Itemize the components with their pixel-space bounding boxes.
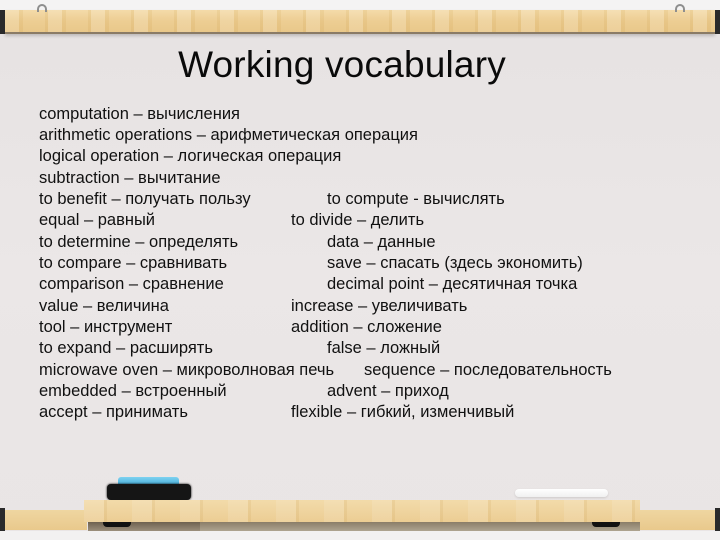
- vocab-term: accept – принимать: [39, 403, 188, 421]
- tray-slot: [592, 522, 620, 527]
- vocab-row: value – величина: [39, 296, 169, 317]
- vocab-term: microwave oven – микроволновая печь: [39, 361, 335, 379]
- vocab-term-right: advent – приход: [327, 382, 449, 400]
- rail-left-end-cap: [0, 10, 5, 34]
- vocab-term-right: addition – сложение: [291, 318, 442, 336]
- bottom-margin: [0, 531, 720, 540]
- hanging-hook-icon: [37, 4, 47, 12]
- tray-right-section: [640, 510, 715, 530]
- tray-right-end-cap: [715, 508, 720, 532]
- marker-icon: [515, 489, 608, 497]
- vocab-row: arithmetic operations – арифметическая о…: [39, 125, 418, 146]
- vocab-row: to benefit – получать пользу: [39, 189, 251, 210]
- vocab-term-right: false – ложный: [327, 339, 441, 357]
- vocab-row: microwave oven – микроволновая печь: [39, 360, 334, 381]
- vocab-term-right: decimal point – десятичная точка: [327, 275, 578, 293]
- tray-left-end-cap: [0, 508, 5, 532]
- vocab-term-right: to divide – делить: [291, 211, 425, 229]
- vocab-row: to expand – расширять: [39, 338, 213, 359]
- vocab-term-right: data – данные: [327, 233, 436, 251]
- vocab-row: comparison – сравнение: [39, 274, 224, 295]
- vocab-term-right: save – спасать (здесь экономить): [327, 254, 583, 272]
- vocab-term: to expand – расширять: [39, 339, 213, 357]
- vocab-term: computation – вычисления: [39, 105, 240, 123]
- rail-right-end-cap: [715, 10, 720, 34]
- vocab-term: arithmetic operations – арифметическая о…: [39, 126, 418, 144]
- vocab-term-right: flexible – гибкий, изменчивый: [291, 403, 515, 421]
- eraser-felt: [107, 484, 191, 500]
- top-margin: [0, 0, 720, 10]
- vocab-term: comparison – сравнение: [39, 275, 224, 293]
- vocab-row: equal – равный: [39, 210, 155, 231]
- vocab-term: equal – равный: [39, 211, 156, 229]
- hanging-hook-icon: [675, 4, 685, 12]
- vocab-term: to determine – определять: [39, 233, 239, 251]
- vocab-term: to compare – сравнивать: [39, 254, 228, 272]
- vocab-row: logical operation – логическая операция: [39, 146, 341, 167]
- vocab-row: computation – вычисления: [39, 104, 240, 125]
- top-wooden-rail: [5, 10, 715, 34]
- vocab-term: subtraction – вычитание: [39, 169, 221, 187]
- vocab-term: tool – инструмент: [39, 318, 173, 336]
- tray-left-section: [5, 510, 87, 530]
- vocab-row: embedded – встроенный: [39, 381, 227, 402]
- vocab-term: to benefit – получать пользу: [39, 190, 251, 208]
- marker-tray: [84, 500, 640, 522]
- vocab-term: value – величина: [39, 297, 169, 315]
- vocab-term-right: increase – увеличивать: [291, 297, 468, 315]
- tray-slot: [103, 522, 131, 527]
- vocab-row: tool – инструмент: [39, 317, 172, 338]
- vocab-term-right: sequence – последовательность: [364, 361, 612, 379]
- slide-title: Working vocabulary: [178, 44, 506, 85]
- vocab-row: subtraction – вычитание: [39, 168, 221, 189]
- vocab-row: accept – принимать: [39, 402, 188, 423]
- vocab-term: embedded – встроенный: [39, 382, 227, 400]
- vocab-row: to determine – определять: [39, 232, 238, 253]
- vocab-term-right: to compute - вычислять: [327, 190, 505, 208]
- vocab-term: logical operation – логическая операция: [39, 147, 342, 165]
- vocab-row: to compare – сравнивать: [39, 253, 227, 274]
